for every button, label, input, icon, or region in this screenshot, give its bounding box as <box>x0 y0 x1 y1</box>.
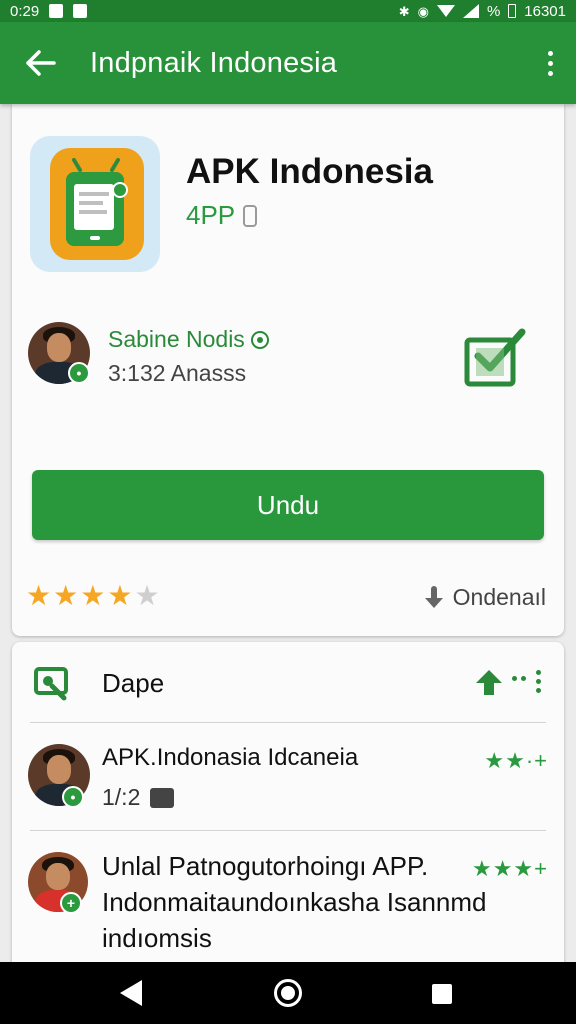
divider <box>30 830 546 831</box>
star-icon: ★ <box>26 580 52 611</box>
back-triangle-icon[interactable] <box>120 980 142 1006</box>
gallery-icon <box>150 787 175 808</box>
section-header: Dape <box>12 642 564 722</box>
notification-icon <box>73 4 88 18</box>
status-bar: 0:29 ✱ ◉ % 16301 <box>0 0 576 22</box>
install-check-icon[interactable] <box>464 326 528 388</box>
add-badge-icon: + <box>60 892 82 914</box>
app-subtitle: 4PP <box>186 200 258 231</box>
app-icon[interactable] <box>30 136 160 272</box>
download-arrow-icon <box>424 585 443 610</box>
more-vertical-icon[interactable] <box>542 46 558 80</box>
section-title: Dape <box>102 668 165 698</box>
home-circle-icon[interactable] <box>274 979 302 1007</box>
recent-square-icon[interactable] <box>432 984 452 1004</box>
device-icon <box>243 204 258 227</box>
status-clock: 16301 <box>524 2 566 20</box>
battery-icon <box>508 4 517 18</box>
star-icon: ★ <box>134 580 160 611</box>
wifi-icon <box>436 5 455 17</box>
location-icon: ◉ <box>417 3 429 19</box>
app-bar-title: Indpnaik Indonesia <box>90 46 338 79</box>
developer-name-text: Sabine Nodis <box>108 326 245 352</box>
app-name: APK Indonesia <box>186 152 433 191</box>
download-button[interactable]: Undu <box>32 470 544 540</box>
verified-icon <box>250 330 269 349</box>
order-link[interactable]: Ondenaıl <box>424 584 546 611</box>
developer-name[interactable]: Sabine Nodis <box>108 326 269 353</box>
review-stars: ★★·+ <box>484 748 548 773</box>
app-detail-card: APK Indonesia 4PP • Sabine Nodis 3:132 A… <box>12 104 564 636</box>
more-vertical-icon[interactable] <box>536 670 541 693</box>
notification-icon <box>49 4 64 18</box>
divider <box>30 722 546 723</box>
app-subtitle-text: 4PP <box>186 200 236 230</box>
review-body: Unlal Patnogutorhoingı APP. Indonmaitaun… <box>102 851 487 953</box>
app-logo <box>50 148 144 260</box>
review-meta: 1/:2 <box>102 784 175 811</box>
system-nav-bar <box>0 962 576 1024</box>
bluetooth-icon: ✱ <box>398 3 410 19</box>
app-bar: Indpnaik Indonesia <box>0 22 576 104</box>
rating-stars: ★ ★ ★ ★ ★ <box>26 582 160 610</box>
review-stars: ★★★+ <box>471 856 548 881</box>
status-time: 0:29 <box>10 2 40 20</box>
review-title: APK.Indonasia Idcaneia <box>102 744 359 771</box>
star-icon: ★ <box>53 580 79 611</box>
arrow-left-icon[interactable] <box>24 46 58 80</box>
image-search-icon <box>34 666 74 702</box>
reviews-card: Dape • APK.Indonasia Idcaneia 1/:2 ★★·+ … <box>12 642 564 972</box>
verified-badge-icon: • <box>62 786 84 808</box>
more-horizontal-icon[interactable] <box>512 676 526 681</box>
star-icon: ★ <box>80 580 106 611</box>
order-label: Ondenaıl <box>452 584 546 610</box>
developer-count: 3:132 Anasss <box>108 360 247 386</box>
verified-badge-icon: • <box>68 362 90 384</box>
battery-text: % <box>486 2 501 20</box>
star-icon: ★ <box>107 580 133 611</box>
upload-arrow-icon[interactable] <box>474 668 504 696</box>
signal-icon <box>462 4 479 18</box>
review-meta-text: 1/:2 <box>102 784 141 810</box>
